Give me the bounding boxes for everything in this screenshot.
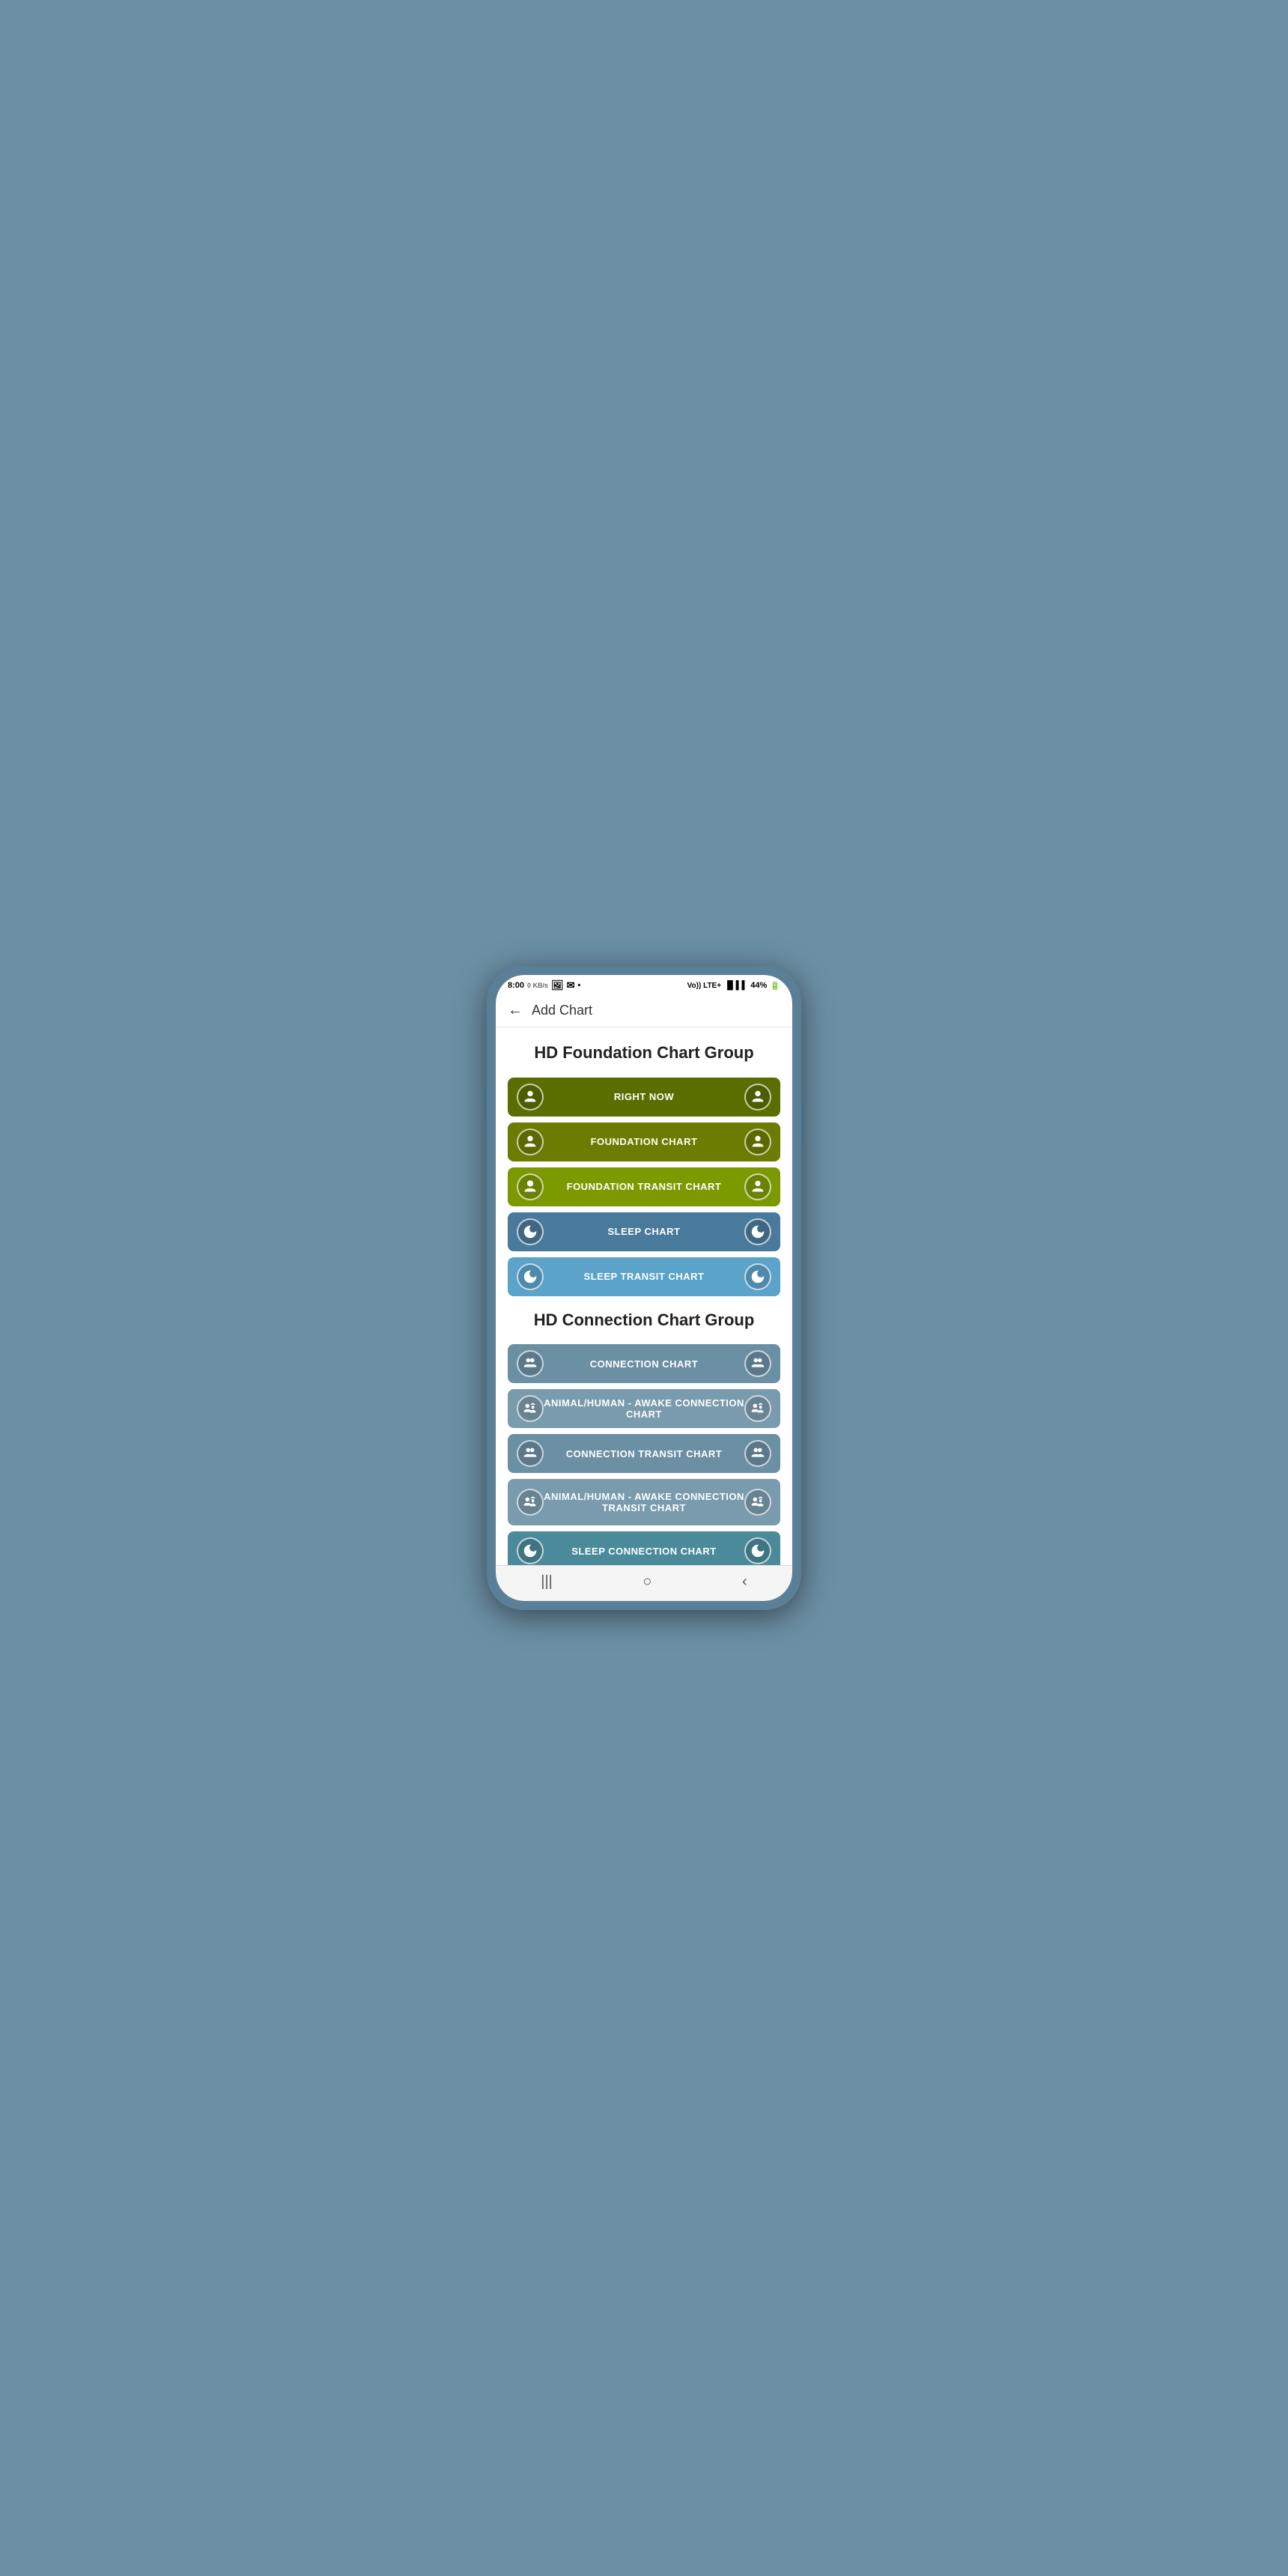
- battery: 44%: [750, 981, 767, 990]
- app-bar: ← Add Chart: [496, 994, 792, 1027]
- foundation-chart-label: FOUNDATION CHART: [544, 1136, 744, 1147]
- animal-awake-label: ANIMAL/HUMAN - AWAKE CONNECTION CHART: [544, 1397, 744, 1420]
- app-title: Add Chart: [532, 1003, 592, 1018]
- nav-recent-button[interactable]: |||: [541, 1573, 553, 1591]
- foundation-transit-chart-button[interactable]: ✦ FOUNDATION TRANSIT CHART ✦: [508, 1167, 780, 1206]
- foundation-chart-icon-left: [517, 1128, 544, 1155]
- connection-icon-left: [517, 1350, 544, 1377]
- animal-awake-transit-icon-right: [744, 1489, 771, 1516]
- foundation-transit-icon-right: ✦: [744, 1173, 771, 1200]
- status-left: 8:00 0 KB/s 🖼 ✉ •: [508, 979, 580, 991]
- connection-transit-label: CONNECTION TRANSIT CHART: [544, 1448, 744, 1459]
- back-button[interactable]: ←: [508, 1002, 523, 1019]
- svg-text:✦: ✦: [756, 1182, 759, 1187]
- animal-awake-connection-button[interactable]: ANIMAL/HUMAN - AWAKE CONNECTION CHART: [508, 1389, 780, 1428]
- phone-frame: 8:00 0 KB/s 🖼 ✉ • Vo)) LTE+ ▐▌▌▌ 44% 🔋 ←…: [487, 966, 801, 1610]
- carrier: Vo)) LTE+: [687, 982, 721, 990]
- nav-bar: ||| ○ ‹: [496, 1565, 792, 1601]
- sleep-chart-label: SLEEP CHART: [544, 1226, 744, 1237]
- nav-home-button[interactable]: ○: [643, 1573, 651, 1591]
- sleep-transit-icon-right: [744, 1263, 771, 1290]
- right-now-icon-left: [517, 1084, 544, 1111]
- dot-icon: •: [577, 981, 580, 990]
- sleep-chart-icon-right: [744, 1218, 771, 1245]
- nav-back-button[interactable]: ‹: [742, 1573, 747, 1591]
- connection-transit-button[interactable]: CONNECTION TRANSIT CHART: [508, 1434, 780, 1473]
- right-now-button[interactable]: RIGHT NOW: [508, 1078, 780, 1117]
- sleep-connection-icon-right: [744, 1537, 771, 1564]
- connection-icon-right: [744, 1350, 771, 1377]
- network-speed: 0 KB/s: [527, 982, 548, 989]
- connection-transit-icon-left: [517, 1440, 544, 1467]
- sleep-connection-icon-left: [517, 1537, 544, 1564]
- foundation-transit-label: FOUNDATION TRANSIT CHART: [544, 1181, 744, 1192]
- screenshot-icon: 🖼: [551, 979, 564, 991]
- right-now-icon-right: [744, 1084, 771, 1111]
- connection-chart-label: CONNECTION CHART: [544, 1358, 744, 1370]
- sleep-connection-button[interactable]: SLEEP CONNECTION CHART: [508, 1531, 780, 1565]
- sleep-connection-label: SLEEP CONNECTION CHART: [544, 1546, 744, 1557]
- sleep-chart-icon-left: [517, 1218, 544, 1245]
- right-now-label: RIGHT NOW: [544, 1091, 744, 1102]
- animal-awake-icon-right: [744, 1395, 771, 1422]
- sleep-transit-icon-left: [517, 1263, 544, 1290]
- animal-awake-transit-button[interactable]: ANIMAL/HUMAN - AWAKE CONNECTION TRANSIT …: [508, 1479, 780, 1525]
- animal-awake-icon-left: [517, 1395, 544, 1422]
- sleep-transit-label: SLEEP TRANSIT CHART: [544, 1271, 744, 1282]
- foundation-chart-icon-right: [744, 1128, 771, 1155]
- signal-bars: ▐▌▌▌: [724, 981, 747, 990]
- sleep-transit-button[interactable]: SLEEP TRANSIT CHART: [508, 1257, 780, 1296]
- battery-icon: 🔋: [770, 981, 780, 991]
- status-right: Vo)) LTE+ ▐▌▌▌ 44% 🔋: [687, 981, 780, 991]
- foundation-chart-button[interactable]: FOUNDATION CHART: [508, 1123, 780, 1161]
- connection-transit-icon-right: [744, 1440, 771, 1467]
- animal-awake-transit-label: ANIMAL/HUMAN - AWAKE CONNECTION TRANSIT …: [544, 1491, 744, 1514]
- sleep-chart-button[interactable]: SLEEP CHART: [508, 1212, 780, 1251]
- status-bar: 8:00 0 KB/s 🖼 ✉ • Vo)) LTE+ ▐▌▌▌ 44% 🔋: [496, 975, 792, 994]
- connection-group-title: HD Connection Chart Group: [508, 1310, 780, 1331]
- animal-awake-transit-icon-left: [517, 1489, 544, 1516]
- time: 8:00: [508, 981, 524, 990]
- message-icon: ✉: [567, 979, 575, 991]
- content-scroll: HD Foundation Chart Group RIGHT NOW: [496, 1027, 792, 1565]
- foundation-transit-icon-left: ✦: [517, 1173, 544, 1200]
- connection-chart-button[interactable]: CONNECTION CHART: [508, 1344, 780, 1383]
- phone-screen: 8:00 0 KB/s 🖼 ✉ • Vo)) LTE+ ▐▌▌▌ 44% 🔋 ←…: [496, 975, 792, 1601]
- foundation-group-title: HD Foundation Chart Group: [508, 1042, 780, 1064]
- svg-text:✦: ✦: [528, 1182, 532, 1187]
